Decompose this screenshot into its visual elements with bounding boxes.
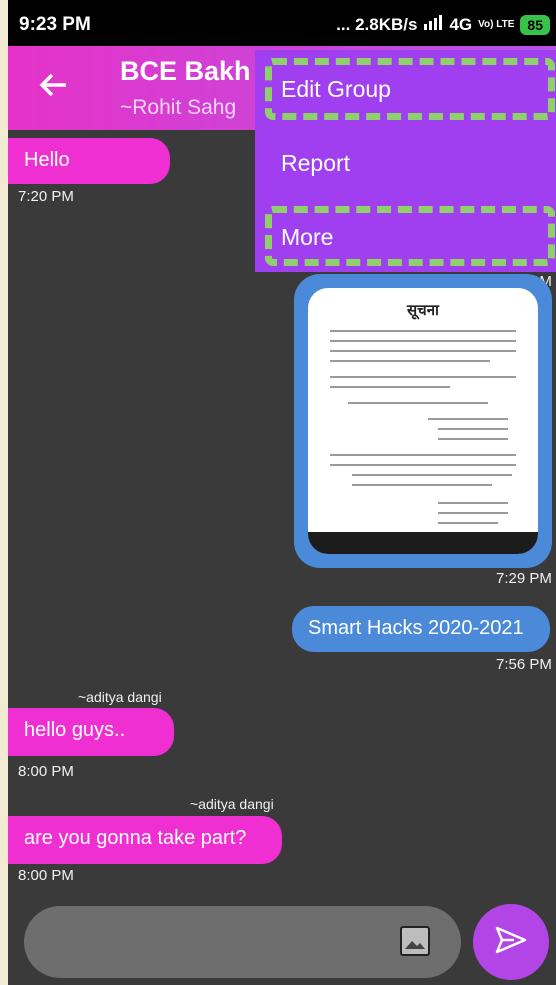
message-bubble[interactable]: hello guys..	[8, 708, 174, 756]
send-icon	[494, 925, 528, 960]
sender-name: ~aditya dangi	[190, 796, 274, 812]
status-indicators: ... 2.8KB/s 4G Vo) LTE 85	[336, 14, 550, 35]
group-subtitle: ~Rohit Sahg	[120, 96, 237, 119]
notice-title: सूचना	[407, 301, 439, 319]
signal-icon	[423, 14, 443, 35]
message-time: 8:00 PM	[18, 763, 74, 780]
menu-item-report[interactable]: Report	[281, 150, 350, 177]
network-speed: ... 2.8KB/s	[336, 14, 418, 34]
message-bubble[interactable]: Smart Hacks 2020-2021	[292, 606, 550, 652]
message-bubble[interactable]: Hello	[8, 138, 170, 184]
message-bubble[interactable]: are you gonna take part?	[8, 816, 282, 864]
message-input[interactable]	[24, 906, 461, 978]
network-type: 4G	[449, 14, 473, 34]
group-title[interactable]: BCE Bakh	[120, 56, 251, 87]
highlight-box	[265, 58, 555, 120]
notice-image: सूचना	[308, 288, 538, 554]
message-time: 8:00 PM	[18, 867, 74, 884]
chat-screen: 9:23 PM ... 2.8KB/s 4G Vo) LTE 85 BCE Ba…	[8, 0, 556, 985]
image-icon[interactable]	[400, 926, 430, 956]
volte-indicator: Vo) LTE	[478, 18, 515, 30]
highlight-box	[265, 206, 555, 266]
send-button[interactable]	[473, 904, 549, 980]
back-arrow-icon[interactable]	[36, 68, 70, 108]
status-bar: 9:23 PM ... 2.8KB/s 4G Vo) LTE 85	[8, 0, 556, 46]
status-time: 9:23 PM	[19, 14, 91, 35]
battery-icon: 85	[520, 14, 550, 35]
sender-name: ~aditya dangi	[78, 689, 162, 705]
message-time: 7:20 PM	[18, 188, 74, 205]
image-message[interactable]: सूचना	[294, 274, 552, 568]
message-time: 7:56 PM	[496, 656, 552, 673]
message-time: 7:29 PM	[496, 570, 552, 587]
